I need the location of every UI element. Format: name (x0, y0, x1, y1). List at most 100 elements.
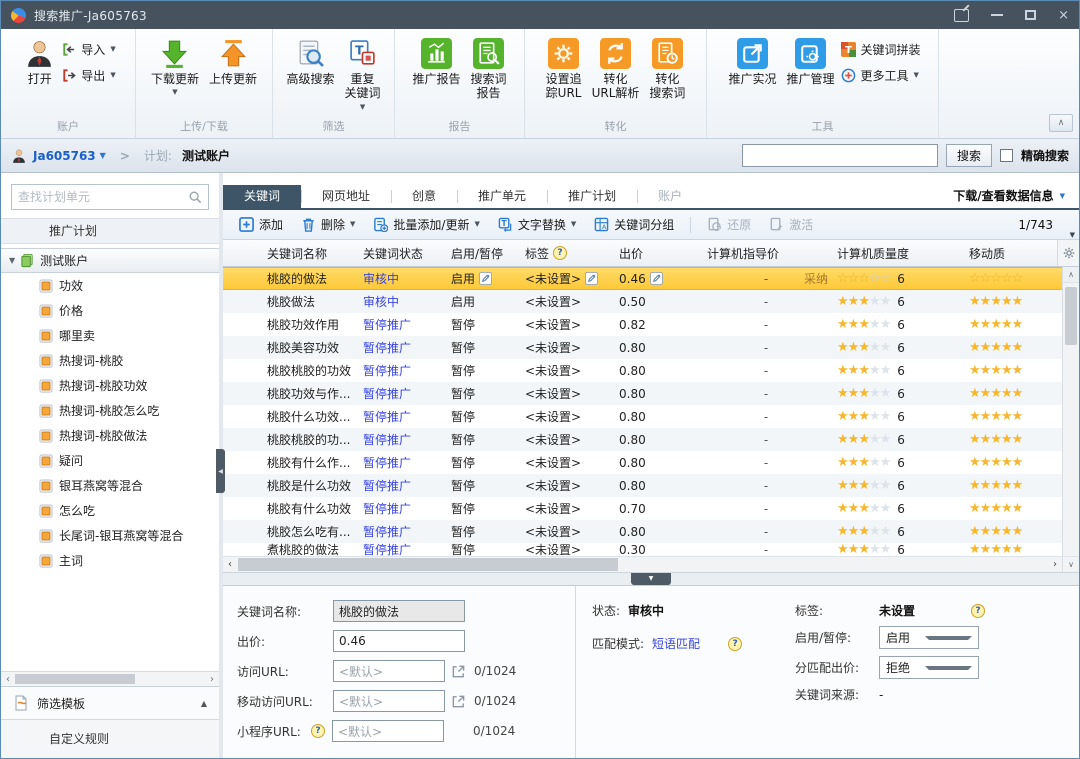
duplicate-caret-icon[interactable]: ▼ (360, 104, 365, 111)
tag-help-icon[interactable]: ? (553, 246, 567, 260)
keyword-name-input[interactable] (333, 600, 465, 622)
keyword-row[interactable]: 桃胶桃胶的功效暂停推广暂停<未设置>0.80-★★★★★6★★★★★ (223, 359, 1062, 382)
more-tools-button[interactable]: 更多工具 ▼ (841, 67, 921, 84)
plan-item[interactable]: 银耳燕窝等混合 (1, 473, 219, 498)
row-handle-cell[interactable] (243, 382, 261, 405)
set-tracking-url-button[interactable]: 设置追 踪URL (542, 35, 586, 104)
conversion-url-button[interactable]: 转化 URL解析 (588, 35, 644, 104)
scroll-left-button[interactable]: ‹ (223, 558, 237, 572)
row-select-cell[interactable] (223, 290, 243, 313)
sidebar-scroll-thumb[interactable] (15, 674, 135, 684)
keyword-row[interactable]: 桃胶的做法审核中启用<未设置>0.46-采纳☆☆☆☆☆6☆☆☆☆☆ (223, 267, 1062, 290)
scroll-down-button[interactable]: ∨ (1062, 557, 1079, 572)
advanced-search-button[interactable]: 高级搜索 (282, 35, 338, 89)
batch-add-update-button[interactable]: 批量添加/更新 ▼ (367, 216, 485, 233)
batch-caret-icon[interactable]: ▼ (474, 221, 479, 228)
row-select-cell[interactable] (223, 474, 243, 497)
row-select-cell[interactable] (223, 451, 243, 474)
row-handle-cell[interactable] (243, 313, 261, 336)
sidebar-hscrollbar[interactable]: ‹ › (1, 671, 219, 686)
row-select-cell[interactable] (223, 543, 243, 556)
filter-template-bar[interactable]: 筛选模板 ▲ (1, 686, 219, 719)
edit-icon[interactable] (585, 272, 598, 285)
keyword-assemble-button[interactable]: T 关键词拼装 (841, 41, 921, 58)
plan-item[interactable]: 功效 (1, 273, 219, 298)
adopt-link[interactable]: 采纳 (804, 270, 828, 287)
plan-item[interactable]: 哪里卖 (1, 323, 219, 348)
sidebar-splitter[interactable]: ◀ (219, 173, 223, 758)
global-search-input[interactable] (742, 144, 938, 167)
plan-item[interactable]: 怎么吃 (1, 498, 219, 523)
keyword-row[interactable]: 桃胶有什么功效暂停推广暂停<未设置>0.70-★★★★★6★★★★★ (223, 497, 1062, 520)
minimize-button[interactable] (991, 14, 1003, 16)
export-button[interactable]: 导出 ▼ (61, 67, 115, 84)
row-handle-cell[interactable] (243, 359, 261, 382)
plan-search-box[interactable] (11, 184, 209, 210)
keyword-row[interactable]: 桃胶做法审核中启用<未设置>0.50-★★★★★6★★★★★ (223, 290, 1062, 313)
plan-item[interactable]: 长尾词-银耳燕窝等混合 (1, 523, 219, 548)
plan-item[interactable]: 热搜词-桃胶 (1, 348, 219, 373)
keyword-row[interactable]: 桃胶美容功效暂停推广暂停<未设置>0.80-★★★★★6★★★★★ (223, 336, 1062, 359)
delete-button[interactable]: 删除 ▼ (295, 216, 361, 233)
sidebar-scroll-left[interactable]: ‹ (1, 673, 15, 686)
miniapp-url-input[interactable] (332, 720, 444, 742)
row-handle-cell[interactable] (243, 405, 261, 428)
open-button[interactable]: 打开 (20, 35, 59, 89)
text-replace-button[interactable]: T 文字替换 ▼ (492, 216, 582, 233)
download-update-button[interactable]: 下载更新 ▼ (147, 35, 203, 99)
sidebar-scroll-right[interactable]: › (205, 673, 219, 686)
scroll-right-button[interactable]: › (1048, 558, 1062, 572)
restore-button[interactable]: 还原 (701, 216, 757, 233)
more-tools-caret-icon[interactable]: ▼ (914, 72, 919, 79)
promo-report-button[interactable]: 推广报告 (408, 35, 464, 89)
import-caret-icon[interactable]: ▼ (110, 46, 115, 53)
col-quality[interactable]: 计算机质量度 (831, 240, 963, 266)
onoff-select[interactable]: 启用 (879, 626, 979, 649)
match-mode-link[interactable]: 短语匹配 (652, 635, 700, 652)
horizontal-scrollbar[interactable]: ‹ › (223, 557, 1062, 572)
tab-网页地址[interactable]: 网页地址 (301, 185, 391, 208)
search-button[interactable]: 搜索 (946, 144, 992, 167)
url-input[interactable] (333, 660, 445, 682)
col-keyword-name[interactable]: 关键词名称 (261, 240, 357, 266)
edit-icon[interactable] (479, 272, 492, 285)
mobile-url-input[interactable] (333, 690, 445, 712)
tag-detail-help-icon[interactable]: ? (971, 604, 985, 618)
replace-caret-icon[interactable]: ▼ (571, 221, 576, 228)
column-settings-gear[interactable] (1057, 240, 1079, 266)
feedback-icon[interactable] (954, 9, 969, 22)
plan-item[interactable]: 价格 (1, 298, 219, 323)
keyword-row[interactable]: 桃胶桃胶的功...暂停推广暂停<未设置>0.80-★★★★★6★★★★★ (223, 428, 1062, 451)
account-caret-icon[interactable]: ▼ (100, 151, 106, 160)
row-handle-cell[interactable] (243, 543, 261, 556)
row-select-cell[interactable] (223, 313, 243, 336)
search-term-report-button[interactable]: 搜索词 报告 (467, 35, 511, 104)
col-mobile-quality[interactable]: 移动质 (963, 240, 1057, 266)
scroll-up-button[interactable]: ∧ (1063, 267, 1079, 283)
col-onoff[interactable]: 启用/暂停 (445, 240, 519, 266)
promo-live-button[interactable]: 推广实况 (724, 35, 780, 89)
row-select-cell[interactable] (223, 336, 243, 359)
row-select-cell[interactable] (223, 268, 243, 289)
keyword-row[interactable]: 桃胶功效与作...暂停推广暂停<未设置>0.80-★★★★★6★★★★★ (223, 382, 1062, 405)
keyword-row[interactable]: 桃胶什么功效...暂停推广暂停<未设置>0.80-★★★★★6★★★★★ (223, 405, 1062, 428)
row-select-cell[interactable] (223, 382, 243, 405)
row-select-cell[interactable] (223, 497, 243, 520)
match-mode-help-icon[interactable]: ? (728, 637, 742, 651)
plan-tree-root[interactable]: ▼ 测试账户 (1, 248, 219, 273)
tab-推广计划[interactable]: 推广计划 (547, 185, 637, 208)
row-select-cell[interactable] (223, 405, 243, 428)
add-button[interactable]: 添加 (233, 216, 289, 233)
row-handle-cell[interactable] (243, 336, 261, 359)
price-input[interactable] (333, 630, 465, 652)
col-tag[interactable]: 标签? (519, 240, 613, 266)
activate-button[interactable]: 激活 (763, 216, 819, 233)
detail-collapse-tab[interactable]: ▼ (631, 573, 671, 585)
row-select-cell[interactable] (223, 359, 243, 382)
row-handle-cell[interactable] (243, 520, 261, 543)
row-handle-cell[interactable] (243, 474, 261, 497)
maximize-button[interactable] (1025, 10, 1036, 20)
template-collapse-icon[interactable]: ▲ (201, 699, 207, 708)
close-button[interactable]: × (1058, 9, 1069, 22)
plan-item[interactable]: 热搜词-桃胶功效 (1, 373, 219, 398)
